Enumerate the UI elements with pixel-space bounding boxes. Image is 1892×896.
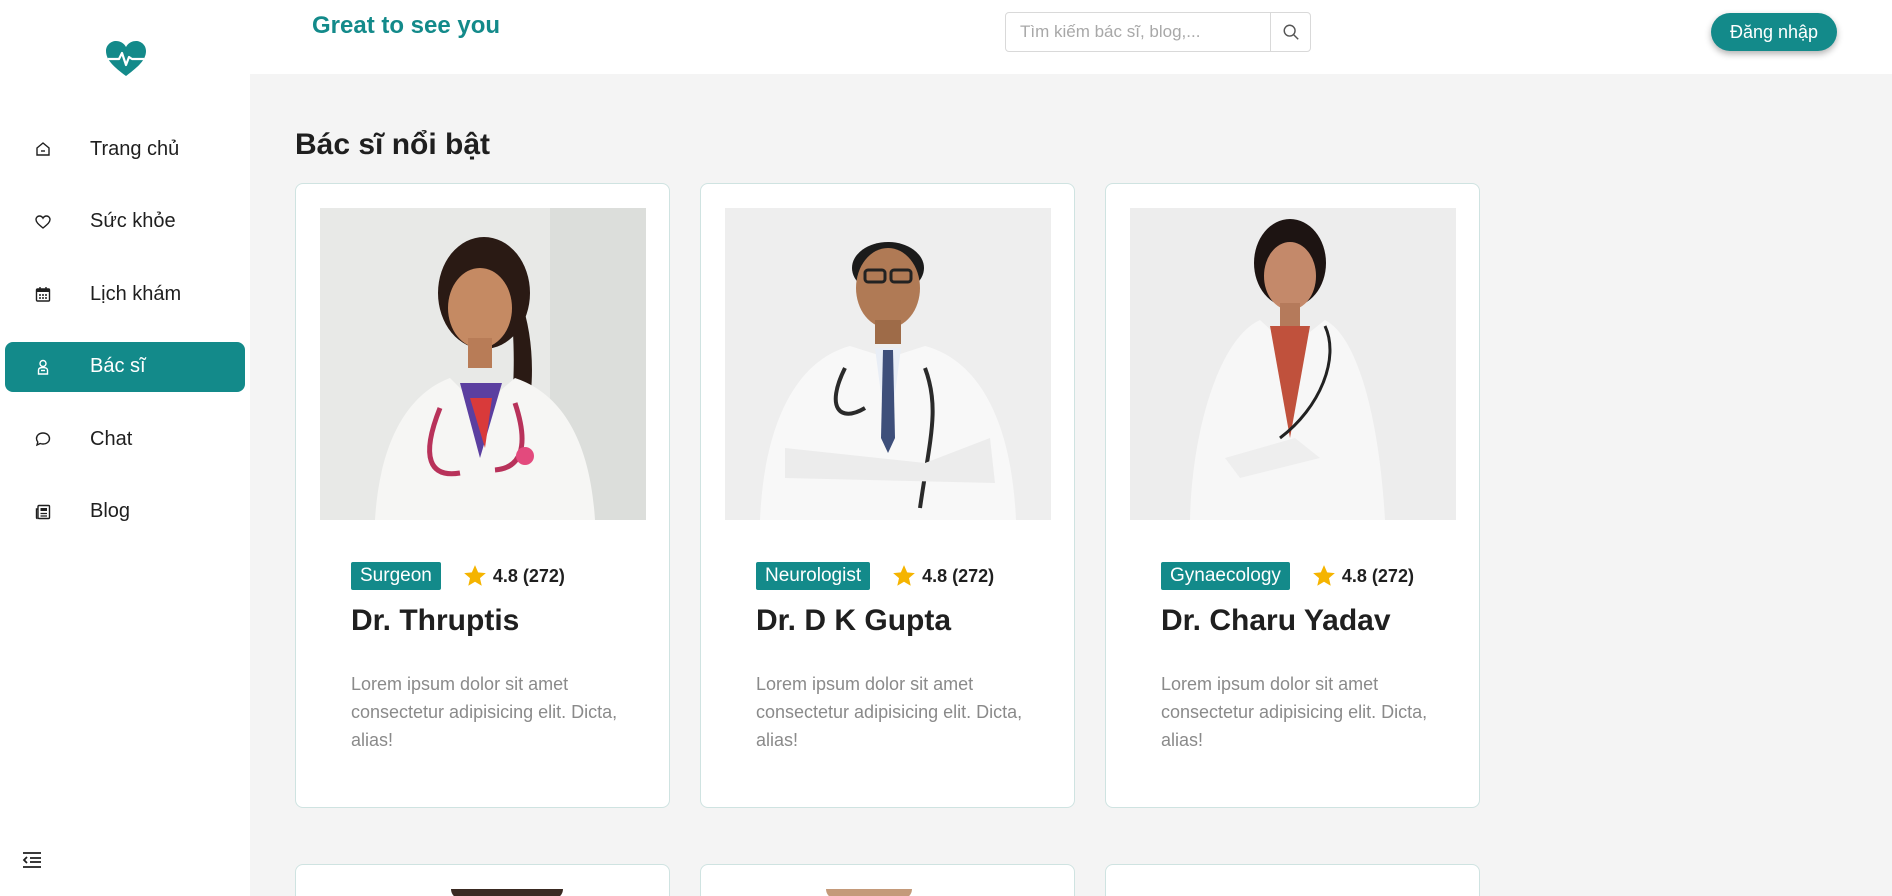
login-button[interactable]: Đăng nhập [1711,13,1837,51]
rating-text: 4.8 (272) [1341,565,1414,586]
sidebar-item-doctors[interactable]: Bác sĩ [5,341,245,392]
sidebar-item-blog[interactable]: Blog [5,487,245,537]
specialty-badge: Neurologist [756,562,871,590]
collapse-menu-icon[interactable] [20,848,44,872]
doctor-meta: Neurologist 4.8 (272) [756,562,994,590]
rating: 4.8 (272) [462,563,565,589]
rating-text: 4.8 (272) [492,565,565,586]
star-icon [464,565,486,586]
search-icon [1283,24,1299,40]
search-input[interactable] [1006,13,1270,51]
doctor-photo [451,889,563,896]
rating-text: 4.8 (272) [922,565,995,586]
newspaper-icon [33,502,53,522]
doctor-photo [1130,208,1456,520]
doctor-card[interactable] [700,864,1075,896]
sidebar-item-schedule[interactable]: Lịch khám [5,269,245,319]
sidebar-item-label: Sức khỏe [90,210,176,232]
doctor-name: Dr. Charu Yadav [1161,604,1391,637]
home-icon [33,139,53,159]
doctor-photo [320,208,646,520]
sidebar-nav: Trang chủ Sức khỏe Lịch khám Bác sĩ Chat [5,124,245,559]
search-button[interactable] [1270,13,1310,51]
search-bar [1005,12,1311,52]
doctor-description: Lorem ipsum dolor sit amet consectetur a… [756,674,1023,750]
sidebar-item-label: Chat [90,427,133,450]
star-icon [1313,565,1335,586]
specialty-badge: Gynaecology [1161,562,1290,590]
doctor-meta: Surgeon 4.8 (272) [351,562,565,590]
sidebar-item-home[interactable]: Trang chủ [5,124,245,174]
section-title: Bác sĩ nổi bật [295,128,491,161]
doctor-description: Lorem ipsum dolor sit amet consectetur a… [351,674,618,750]
doctor-icon [33,357,53,377]
heart-icon [33,212,53,232]
star-icon [893,565,915,586]
doctor-meta: Gynaecology 4.8 (272) [1161,562,1414,590]
doctor-card[interactable]: Neurologist 4.8 (272) Dr. D K Gupta Lore… [700,183,1075,808]
doctor-card[interactable] [1105,864,1480,896]
sidebar-item-label: Lịch khám [90,282,182,305]
doctor-name: Dr. D K Gupta [756,604,952,637]
sidebar: Trang chủ Sức khỏe Lịch khám Bác sĩ Chat [0,0,250,896]
sidebar-item-label: Bác sĩ [90,355,146,377]
specialty-badge: Surgeon [351,562,441,590]
doctor-description: Lorem ipsum dolor sit amet consectetur a… [1161,674,1428,750]
doctor-name: Dr. Thruptis [351,604,520,637]
doctor-card[interactable]: Gynaecology 4.8 (272) Dr. Charu Yadav Lo… [1105,183,1480,808]
rating: 4.8 (272) [891,563,994,589]
sidebar-item-health[interactable]: Sức khỏe [5,197,245,247]
doctor-photo [826,889,912,896]
doctor-card[interactable] [295,864,670,896]
top-header: Great to see you Đăng nhập [250,0,1892,74]
chat-icon [33,429,53,449]
sidebar-item-chat[interactable]: Chat [5,414,245,464]
greeting-text: Great to see you [312,12,501,39]
doctor-card[interactable]: Surgeon 4.8 (272) Dr. Thruptis Lorem ips… [295,183,670,808]
calendar-icon [33,284,53,304]
doctor-photo [725,208,1051,520]
rating: 4.8 (272) [1311,563,1414,589]
heart-pulse-logo-icon[interactable] [104,40,148,78]
sidebar-item-label: Trang chủ [90,137,180,160]
sidebar-item-label: Blog [90,500,131,522]
